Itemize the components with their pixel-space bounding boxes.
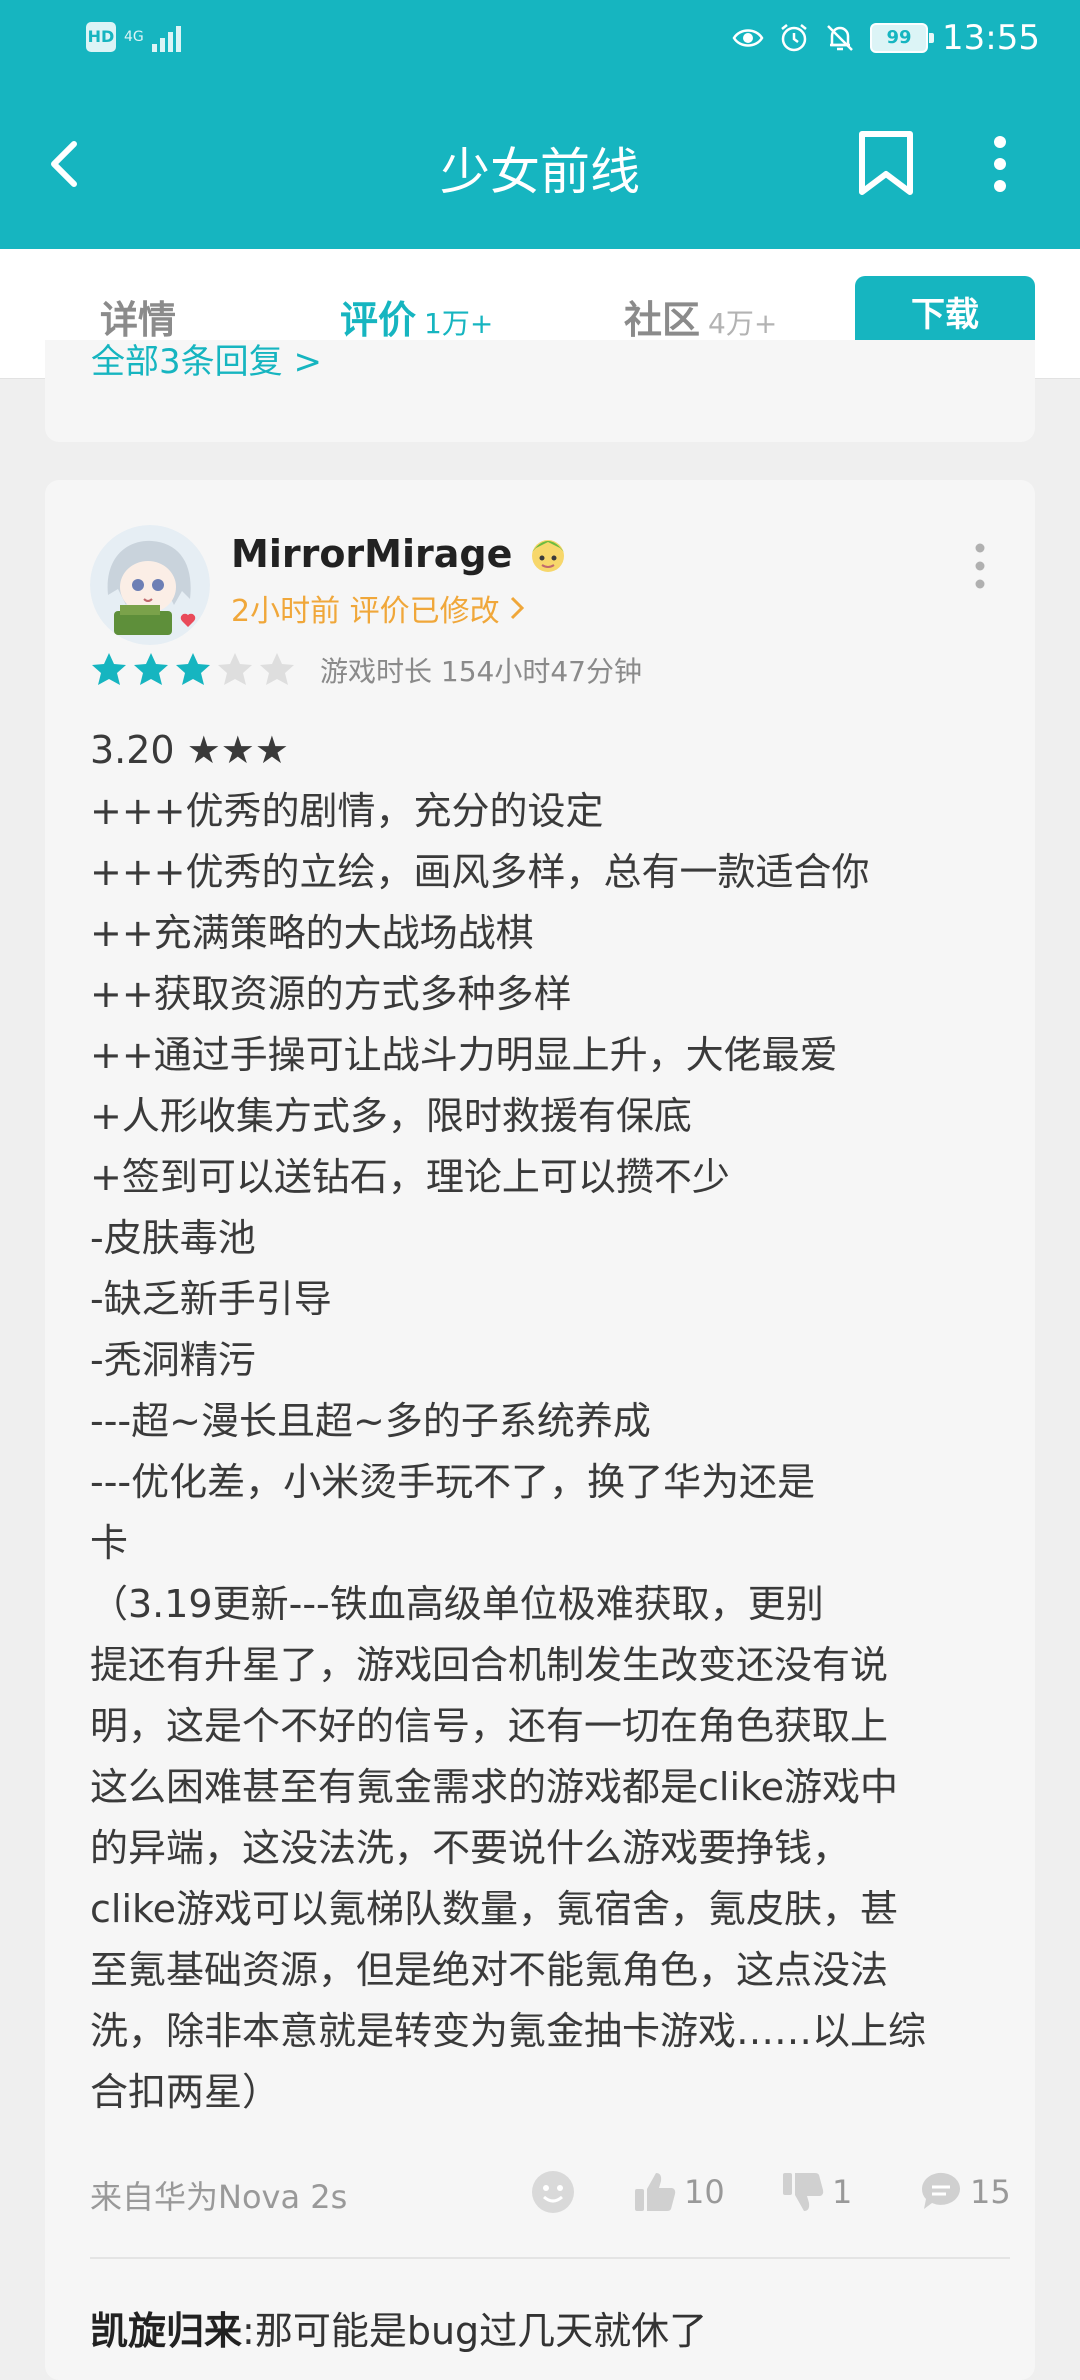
review-line: 洗，除非本意就是转变为氪金抽卡游戏……以上综 xyxy=(90,2009,927,2053)
title-bar: 少女前线 xyxy=(0,100,1080,230)
review-line: 卡 xyxy=(90,1521,129,1565)
tab-count: 4万+ xyxy=(708,307,778,340)
tab-community[interactable]: 社区 4万+ xyxy=(624,289,777,344)
app-header: HD 4G 99 13:55 少女前线 xyxy=(0,0,1080,249)
more-vertical-icon[interactable] xyxy=(978,128,1022,200)
tab-label: 详情 xyxy=(100,298,177,342)
review-line: 明，这是个不好的信号，还有一切在角色获取上 xyxy=(90,1704,889,1748)
tab-label: 评价 xyxy=(340,298,417,342)
eye-icon xyxy=(732,29,764,47)
chevron-right-icon xyxy=(510,596,524,620)
review-card: MirrorMirage 2小时前 评价已修改 游戏时长 154小时47分钟 3… xyxy=(45,480,1035,2380)
review-line: 合扣两星） xyxy=(90,2070,281,2114)
avatar[interactable] xyxy=(90,525,210,645)
username-text: MirrorMirage xyxy=(231,532,513,576)
review-line: 这么困难甚至有氪金需求的游戏都是clike游戏中 xyxy=(90,1765,899,1809)
alarm-icon xyxy=(781,24,807,52)
review-more-icon[interactable] xyxy=(965,536,995,596)
tab-details[interactable]: 详情 xyxy=(100,289,176,344)
review-author[interactable]: MirrorMirage xyxy=(231,528,574,580)
tab-count: 1万+ xyxy=(424,307,494,340)
review-line: ---优化差，小米烫手玩不了，换了华为还是 xyxy=(90,1460,816,1504)
avatar-image xyxy=(90,525,210,645)
star-empty-icon xyxy=(218,653,252,685)
playtime: 游戏时长 154小时47分钟 xyxy=(320,655,642,688)
review-line: +人形收集方式多，限时救援有保底 xyxy=(90,1094,692,1138)
emoji-button[interactable] xyxy=(530,2169,576,2215)
review-meta[interactable]: 2小时前 评价已修改 xyxy=(231,586,526,630)
reply-text: :那可能是bug过几天就休了 xyxy=(242,2309,708,2353)
device-source: 来自华为Nova 2s xyxy=(90,2178,348,2216)
page-title: 少女前线 xyxy=(440,143,640,201)
star-empty-icon xyxy=(260,653,294,685)
review-meta-text: 2小时前 评价已修改 xyxy=(231,594,500,629)
comment-icon xyxy=(921,2172,960,2209)
review-footer: 来自华为Nova 2s 10 1 15 xyxy=(90,2165,1011,2225)
review-line: clike游戏可以氪梯队数量，氪宿舍，氪皮肤，甚 xyxy=(90,1887,899,1931)
battery-icon: 99 xyxy=(870,23,935,53)
thumbs-up-icon xyxy=(635,2173,676,2211)
review-line: ---超~漫长且超~多的子系统养成 xyxy=(90,1399,651,1443)
review-line: -缺乏新手引导 xyxy=(90,1277,332,1321)
mute-bell-icon xyxy=(827,25,853,51)
review-line: ++充满策略的大战场战棋 xyxy=(90,911,534,955)
star-filled-icon xyxy=(92,653,126,685)
review-line: 至氪基础资源，但是绝对不能氪角色，这点没法 xyxy=(90,1948,889,1992)
all-replies-link[interactable]: 全部3条回复 > xyxy=(91,340,322,383)
review-line: （3.19更新---铁血高级单位极难获取，更别 xyxy=(90,1582,824,1626)
review-line: 的异端，这没法洗，不要说什么游戏要挣钱， xyxy=(90,1826,851,1870)
like-count: 10 xyxy=(684,2173,725,2211)
star-filled-icon xyxy=(176,653,210,685)
rating-row: 游戏时长 154小时47分钟 xyxy=(90,650,642,690)
user-badge-icon xyxy=(532,540,565,572)
dislike-button[interactable]: 1 xyxy=(780,2169,852,2215)
network-label: 4G xyxy=(124,29,144,45)
review-line: 3.20 ★★★ xyxy=(90,728,289,772)
signal-icon xyxy=(151,22,181,52)
review-line: +++优秀的剧情，充分的设定 xyxy=(90,789,604,833)
hd-icon: HD xyxy=(86,22,116,52)
tab-reviews[interactable]: 评价 1万+ xyxy=(340,289,493,344)
star-filled-icon xyxy=(134,653,168,685)
review-line: -秃洞精污 xyxy=(90,1338,256,1382)
status-right: 99 13:55 xyxy=(732,18,1040,58)
comment-count: 15 xyxy=(970,2173,1011,2211)
reply-preview[interactable]: 凯旋归来:那可能是bug过几天就休了 xyxy=(90,2300,707,2355)
review-line: -皮肤毒池 xyxy=(90,1216,256,1260)
review-line: ++获取资源的方式多种多样 xyxy=(90,972,572,1016)
reply-author[interactable]: 凯旋归来 xyxy=(90,2309,242,2353)
status-left: HD 4G xyxy=(86,22,181,52)
review-text: 3.20 ★★★ +++优秀的剧情，充分的设定 +++优秀的立绘，画风多样，总有一款… xyxy=(90,720,1010,2123)
previous-review-card: 全部3条回复 > xyxy=(45,340,1035,442)
like-button[interactable]: 10 xyxy=(632,2169,725,2215)
review-line: +++优秀的立绘，画风多样，总有一款适合你 xyxy=(90,850,870,894)
review-line: +签到可以送钻石，理论上可以攒不少 xyxy=(90,1155,730,1199)
comment-button[interactable]: 15 xyxy=(918,2169,1011,2215)
bookmark-icon[interactable] xyxy=(856,128,916,200)
smiley-icon xyxy=(532,2171,574,2213)
clock: 13:55 xyxy=(942,18,1040,58)
status-bar: HD 4G 99 13:55 xyxy=(0,0,1080,80)
tab-label: 社区 xyxy=(624,298,701,342)
dislike-count: 1 xyxy=(832,2173,853,2211)
thumbs-down-icon xyxy=(783,2173,824,2211)
review-line: ++通过手操可让战斗力明显上升，大佬最爱 xyxy=(90,1033,838,1077)
divider xyxy=(90,2257,1010,2259)
star-rating xyxy=(90,651,296,689)
review-line: 提还有升星了，游戏回合机制发生改变还没有说 xyxy=(90,1643,889,1687)
